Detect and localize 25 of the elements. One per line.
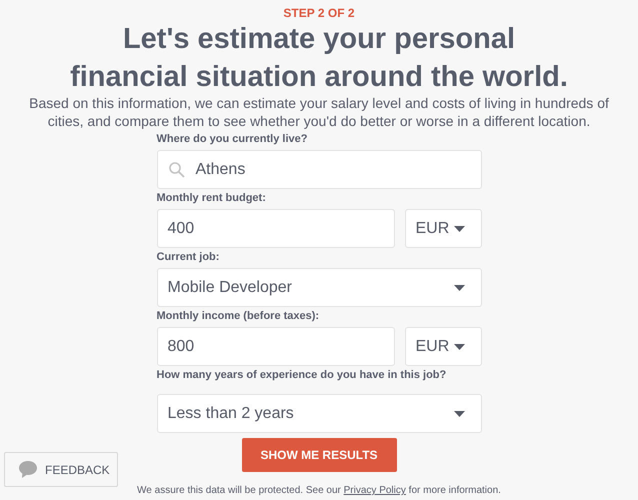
search-field[interactable]: Athens (156, 150, 482, 189)
field-label: Monthly income (before taxes): (156, 310, 320, 323)
search-icon (168, 160, 186, 178)
field-label: How many years of experience do you have in this job? (156, 369, 448, 382)
submit-button[interactable]: SHOW ME RESULTS (242, 438, 396, 472)
currency-dropdown[interactable]: EUR (404, 209, 482, 248)
caret-icon (454, 344, 464, 350)
intro-text: Based on this information, we can estimate your salary level and costs of living in hundreds of cities, and compare them to see whether you'd do better or worse in a different location. (28, 94, 610, 130)
privacy-policy-link[interactable]: Privacy Policy (344, 485, 406, 496)
select-dropdown[interactable]: Less than 2 years (156, 394, 482, 433)
speech-bubble-icon (19, 461, 37, 478)
currency-dropdown[interactable]: EUR (404, 327, 482, 366)
amount-field[interactable]: 800 (156, 327, 394, 366)
privacy-note: We assure this data will be protected. See our Privacy Policy for more information. (137, 485, 501, 497)
field-label: Current job: (156, 251, 220, 264)
caret-icon (454, 226, 464, 232)
step-indicator: STEP 2 OF 2 (283, 6, 355, 20)
select-dropdown[interactable]: Mobile Developer (156, 268, 482, 307)
amount-field[interactable]: 400 (156, 209, 394, 248)
caret-icon (454, 284, 464, 290)
feedback-button[interactable]: FEEDBACK (4, 452, 118, 487)
page-title: Let's estimate your personal financial situation around the world. (70, 22, 568, 95)
field-label: Where do you currently live? (156, 133, 308, 146)
field-label: Monthly rent budget: (156, 192, 267, 205)
caret-icon (454, 410, 464, 416)
